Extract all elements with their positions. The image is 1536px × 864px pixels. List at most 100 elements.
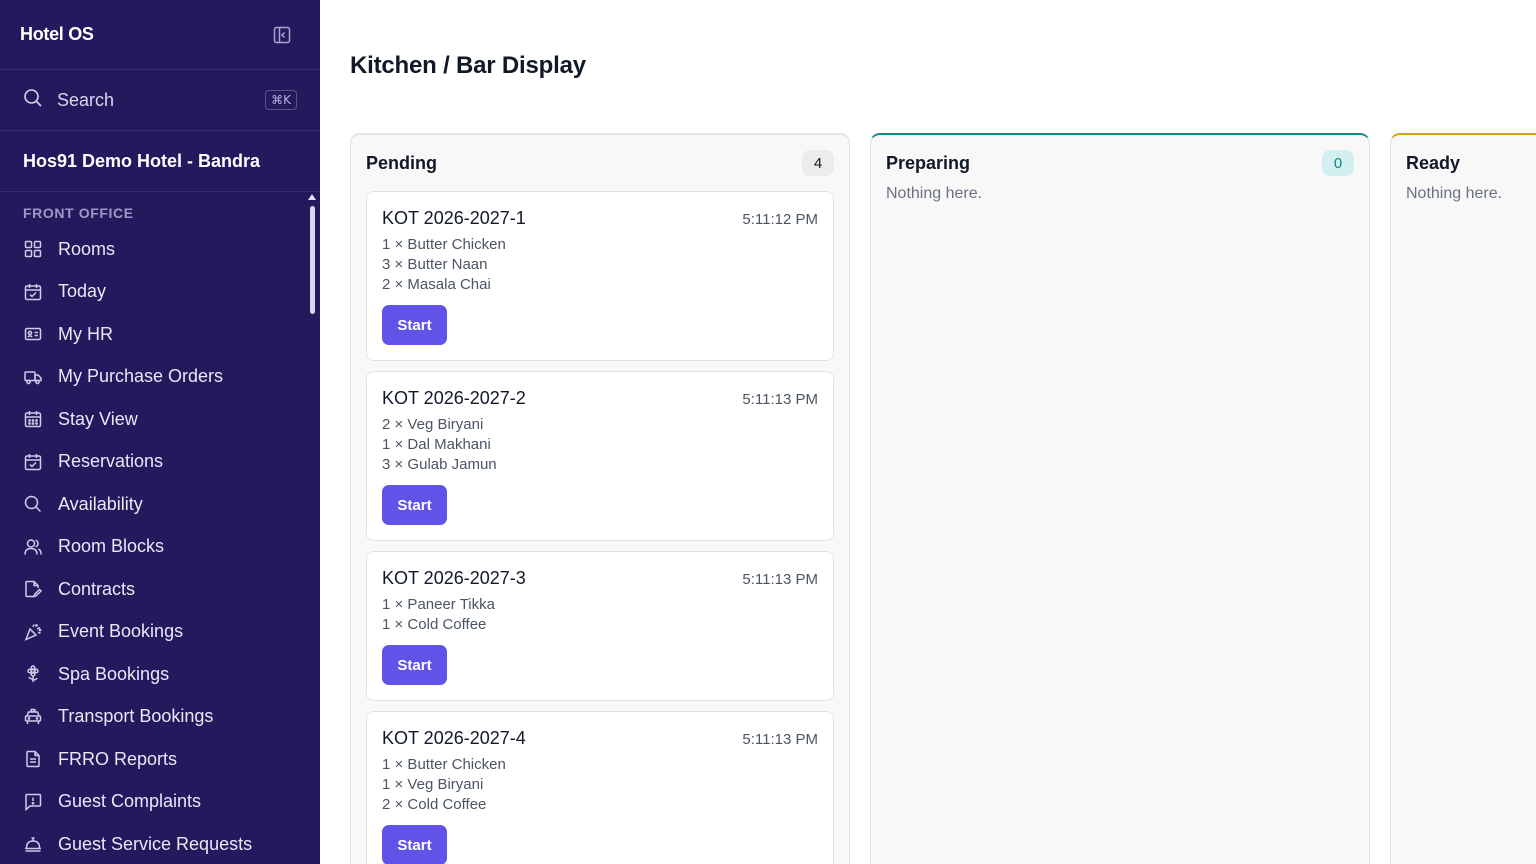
sidebar-item-availability[interactable]: Availability <box>0 483 320 526</box>
sidebar-item-label: Contracts <box>58 578 136 599</box>
column-preparing: Preparing 0 Nothing here. <box>870 133 1370 864</box>
search-label: Search <box>57 89 115 110</box>
sidebar-item-frro-reports[interactable]: FRRO Reports <box>0 738 320 781</box>
sidebar-item-guest-service-requests[interactable]: Guest Service Requests <box>0 823 320 864</box>
kot-item-line: 2 × Masala Chai <box>382 276 491 293</box>
empty-state-text: Nothing here. <box>886 185 983 202</box>
app-title: Hotel OS <box>20 24 94 44</box>
sidebar-collapse-icon[interactable] <box>272 25 292 45</box>
kot-item-line: 1 × Butter Chicken <box>382 236 506 253</box>
kot-items: 2 × Veg Biryani 1 × Dal Makhani 3 × Gula… <box>382 415 818 475</box>
column-header: Pending 4 <box>351 135 849 191</box>
kot-id: KOT 2026-2027-3 <box>382 568 526 588</box>
grid-icon <box>23 239 43 259</box>
kot-time: 5:11:13 PM <box>742 731 818 748</box>
sidebar-item-stay-view[interactable]: Stay View <box>0 398 320 441</box>
kot-card: KOT 2026-2027-2 5:11:13 PM 2 × Veg Birya… <box>366 371 834 541</box>
calendar-check-icon <box>23 282 43 302</box>
kot-items: 1 × Butter Chicken 3 × Butter Naan 2 × M… <box>382 235 818 295</box>
kot-id: KOT 2026-2027-2 <box>382 388 526 408</box>
start-button[interactable]: Start <box>382 305 447 345</box>
sidebar-item-label: Spa Bookings <box>58 663 170 684</box>
sidebar-item-today[interactable]: Today <box>0 271 320 314</box>
sidebar-scrollbar-thumb[interactable] <box>310 206 315 314</box>
sidebar-item-label: Rooms <box>58 238 116 259</box>
kot-card: KOT 2026-2027-1 5:11:12 PM 1 × Butter Ch… <box>366 191 834 361</box>
party-popper-icon <box>23 622 43 642</box>
kot-items: 1 × Paneer Tikka 1 × Cold Coffee <box>382 595 818 635</box>
id-card-icon <box>23 324 43 344</box>
file-edit-icon <box>23 579 43 599</box>
sidebar-item-event-bookings[interactable]: Event Bookings <box>0 611 320 654</box>
sidebar-item-guest-complaints[interactable]: Guest Complaints <box>0 781 320 824</box>
document-icon <box>23 749 43 769</box>
sidebar-item-label: Room Blocks <box>58 536 165 557</box>
sidebar-item-rooms[interactable]: Rooms <box>0 228 320 271</box>
calendar-grid-icon <box>23 409 43 429</box>
sidebar-item-contracts[interactable]: Contracts <box>0 568 320 611</box>
sidebar-item-label: My HR <box>58 323 113 344</box>
kot-item-line: 1 × Cold Coffee <box>382 616 487 633</box>
kot-item-line: 2 × Cold Coffee <box>382 796 487 813</box>
start-button[interactable]: Start <box>382 825 447 864</box>
column-title: Pending <box>366 152 437 173</box>
sidebar-nav: FRONT OFFICE Rooms Today My HR My Purcha… <box>0 192 320 864</box>
sidebar-item-spa-bookings[interactable]: Spa Bookings <box>0 653 320 696</box>
column-header: Preparing 0 <box>871 135 1369 191</box>
sidebar-item-label: Transport Bookings <box>58 706 214 727</box>
kot-time: 5:11:13 PM <box>742 391 818 408</box>
sidebar-item-label: Stay View <box>58 408 138 429</box>
ticket-list: KOT 2026-2027-1 5:11:12 PM 1 × Butter Ch… <box>351 191 849 864</box>
taxi-icon <box>23 707 43 727</box>
column-pending: Pending 4 KOT 2026-2027-1 5:11:12 PM 1 ×… <box>350 133 850 864</box>
start-button[interactable]: Start <box>382 645 447 685</box>
hotel-name: Hos91 Demo Hotel - Bandra <box>23 150 261 171</box>
hotel-selector[interactable]: Hos91 Demo Hotel - Bandra <box>0 131 320 192</box>
column-title: Ready <box>1406 152 1461 173</box>
sidebar-item-transport-bookings[interactable]: Transport Bookings <box>0 696 320 739</box>
sidebar-item-label: Event Bookings <box>58 621 184 642</box>
scroll-up-arrow[interactable] <box>308 194 316 200</box>
kot-time: 5:11:13 PM <box>742 571 818 588</box>
sidebar-item-room-blocks[interactable]: Room Blocks <box>0 526 320 569</box>
sidebar-item-label: Guest Service Requests <box>58 833 253 854</box>
kot-id: KOT 2026-2027-1 <box>382 208 526 228</box>
sidebar-item-label: Reservations <box>58 451 164 472</box>
flower-icon <box>23 664 43 684</box>
sidebar-item-label: Today <box>58 281 107 302</box>
column-title: Preparing <box>886 152 971 173</box>
users-icon <box>23 537 43 557</box>
sidebar-item-label: Guest Complaints <box>58 791 202 812</box>
kot-item-line: 1 × Veg Biryani <box>382 776 484 793</box>
search-icon <box>23 494 43 514</box>
sidebar-item-label: Availability <box>58 493 143 514</box>
kot-id: KOT 2026-2027-4 <box>382 728 526 748</box>
calendar-check-icon <box>23 452 43 472</box>
kot-item-line: 3 × Gulab Jamun <box>382 456 497 473</box>
main-content: Kitchen / Bar Display Pending 4 KOT 2026… <box>320 0 1536 864</box>
kot-item-line: 2 × Veg Biryani <box>382 416 484 433</box>
kot-time: 5:11:12 PM <box>742 211 818 228</box>
column-header: Ready <box>1391 135 1536 191</box>
concierge-bell-icon <box>23 834 43 854</box>
count-badge: 4 <box>802 150 834 176</box>
count-badge: 0 <box>1322 150 1354 176</box>
search-icon <box>23 88 43 113</box>
sidebar-item-label: My Purchase Orders <box>58 366 224 387</box>
kot-items: 1 × Butter Chicken 1 × Veg Biryani 2 × C… <box>382 755 818 815</box>
sidebar-item-my-purchase-orders[interactable]: My Purchase Orders <box>0 356 320 399</box>
search-shortcut: ⌘K <box>265 90 297 110</box>
sidebar-item-my-hr[interactable]: My HR <box>0 313 320 356</box>
start-button[interactable]: Start <box>382 485 447 525</box>
kot-item-line: 3 × Butter Naan <box>382 256 488 273</box>
column-ready: Ready Nothing here. <box>1390 133 1536 864</box>
message-alert-icon <box>23 792 43 812</box>
sidebar-item-reservations[interactable]: Reservations <box>0 441 320 484</box>
sidebar-item-label: FRRO Reports <box>58 748 178 769</box>
kot-item-line: 1 × Butter Chicken <box>382 756 506 773</box>
search-button[interactable]: Search ⌘K <box>0 70 320 131</box>
truck-icon <box>23 367 43 387</box>
sidebar: Hotel OS Search ⌘K Hos91 Demo Hotel - Ba… <box>0 0 320 864</box>
page-title: Kitchen / Bar Display <box>350 52 586 79</box>
section-title-front-office: FRONT OFFICE <box>23 205 134 221</box>
